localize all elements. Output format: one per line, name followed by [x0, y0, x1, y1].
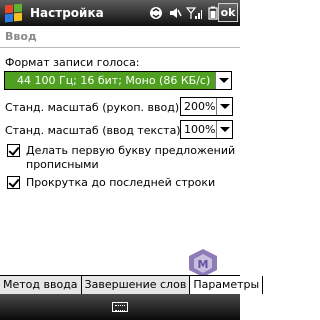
tab-bar: Метод ввода Завершение слов Параметры — [0, 275, 264, 294]
watermark-logo-icon: M — [189, 249, 217, 277]
tab-input-method[interactable]: Метод ввода — [0, 276, 82, 294]
menu-bar — [0, 294, 240, 320]
capitalize-checkbox-row[interactable]: Делать первую букву предложений прописны… — [7, 144, 235, 172]
scroll-checkbox-label: Прокрутка до последней строки — [26, 176, 216, 189]
status-icons — [148, 5, 221, 21]
capitalize-checkbox-label: Делать первую букву предложений прописны… — [26, 144, 235, 172]
svg-text:M: M — [198, 258, 209, 271]
voice-format-dropdown[interactable]: 44 100 Гц; 16 бит; Моно (86 КБ/с) — [4, 71, 232, 90]
typing-zoom-label: Станд. масштаб (ввод текста): — [5, 124, 185, 137]
title-bar: Настройка ok — [0, 0, 240, 26]
speaker-icon[interactable] — [167, 5, 183, 21]
voice-format-label: Формат записи голоса: — [5, 56, 140, 69]
capitalize-label-line1: Делать первую букву предложений — [26, 144, 236, 157]
scroll-checkbox-row[interactable]: Прокрутка до последней строки — [7, 176, 215, 190]
capitalize-checkbox[interactable] — [7, 144, 20, 157]
sync-icon[interactable] — [148, 5, 164, 21]
handwriting-zoom-value: 200% — [184, 100, 216, 113]
handwriting-zoom-label: Станд. масштаб (рукоп. ввод): — [5, 101, 183, 114]
tab-options[interactable]: Параметры — [190, 276, 264, 294]
chevron-down-icon[interactable] — [216, 121, 232, 138]
tab-word-completion[interactable]: Завершение слов — [81, 276, 191, 294]
chevron-down-icon[interactable] — [215, 72, 231, 89]
windows-start-icon[interactable] — [2, 2, 24, 24]
handwriting-zoom-dropdown[interactable]: 200% — [180, 97, 233, 116]
scroll-checkbox[interactable] — [7, 176, 20, 189]
section-header: Ввод — [0, 26, 240, 48]
voice-format-value: 44 100 Гц; 16 бит; Моно (86 КБ/с) — [5, 72, 215, 89]
chevron-down-icon[interactable] — [216, 98, 232, 115]
capitalize-label-line2: прописными — [26, 158, 99, 171]
signal-bars-icon[interactable] — [186, 5, 202, 21]
typing-zoom-dropdown[interactable]: 100% — [180, 120, 233, 139]
app-title: Настройка — [30, 6, 104, 20]
ok-button[interactable]: ok — [218, 3, 238, 22]
keyboard-icon[interactable] — [112, 302, 128, 312]
typing-zoom-value: 100% — [184, 123, 216, 136]
